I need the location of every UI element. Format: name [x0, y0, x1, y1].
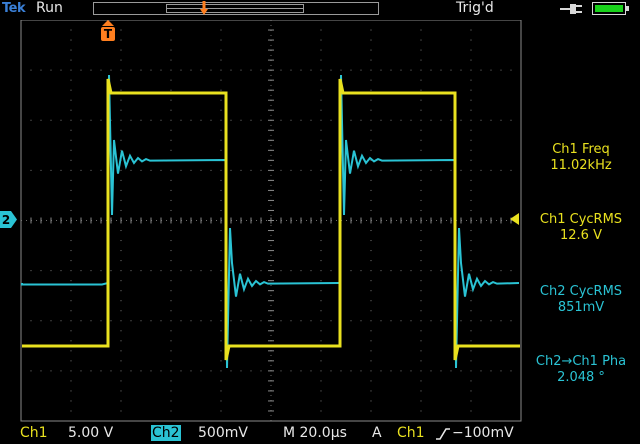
oscilloscope-screen: Tek Run Trig'd T 2 Ch1 Freq 11.02kHz Ch1…	[0, 0, 640, 444]
ch2-label[interactable]: Ch2	[151, 425, 181, 441]
top-status-bar: Tek Run Trig'd	[0, 0, 640, 20]
record-view-window[interactable]	[166, 4, 304, 13]
battery-full-icon	[592, 2, 629, 15]
record-length-bar[interactable]	[93, 1, 379, 15]
power-plug-icon	[560, 4, 582, 14]
measurement-label: Ch2 CycRMS	[539, 284, 623, 299]
ch2-scale[interactable]: 500mV	[198, 425, 248, 441]
ch2-ground-label: 2	[2, 213, 10, 227]
trigger-source[interactable]: Ch1	[397, 425, 425, 441]
trigger-mode[interactable]: A	[372, 425, 382, 441]
timebase-setting[interactable]: M 20.0µs	[283, 425, 347, 441]
trigger-level[interactable]: −100mV	[452, 425, 514, 441]
record-trigger-icon	[200, 1, 208, 15]
measurement-value: 2.048 °	[557, 370, 605, 385]
brand-logo: Tek	[2, 1, 26, 16]
rising-edge-icon	[436, 428, 450, 440]
battery-nub	[626, 6, 629, 11]
trigger-level-marker[interactable]	[510, 213, 519, 225]
acquisition-status: Run	[36, 0, 63, 16]
measurement-value: 11.02kHz	[550, 158, 612, 173]
measurement-ch1-cycrms[interactable]: Ch1 CycRMS 12.6 V	[522, 212, 640, 244]
ch1-label[interactable]: Ch1	[20, 425, 48, 441]
measurement-label: Ch1 CycRMS	[539, 212, 623, 227]
measurement-ch2-ch1-phase[interactable]: Ch2→Ch1 Pha 2.048 °	[522, 354, 640, 386]
measurement-label: Ch1 Freq	[552, 142, 610, 157]
measurement-value: 12.6 V	[560, 228, 602, 243]
battery-level	[595, 5, 623, 12]
trigger-marker-label: T	[104, 27, 113, 41]
measurement-ch2-cycrms[interactable]: Ch2 CycRMS 851mV	[522, 284, 640, 316]
measurement-ch1-freq[interactable]: Ch1 Freq 11.02kHz	[522, 142, 640, 174]
trigger-position-marker[interactable]: T	[100, 20, 116, 42]
measurement-label: Ch2→Ch1 Pha	[535, 354, 627, 369]
trigger-status: Trig'd	[456, 0, 494, 16]
measurement-value: 851mV	[557, 300, 605, 315]
bottom-settings-bar: Ch1 5.00 V Ch2 500mV M 20.0µs A Ch1 −100…	[0, 424, 640, 444]
ch2-ground-marker[interactable]: 2	[0, 211, 17, 228]
ch1-scale[interactable]: 5.00 V	[68, 425, 113, 441]
